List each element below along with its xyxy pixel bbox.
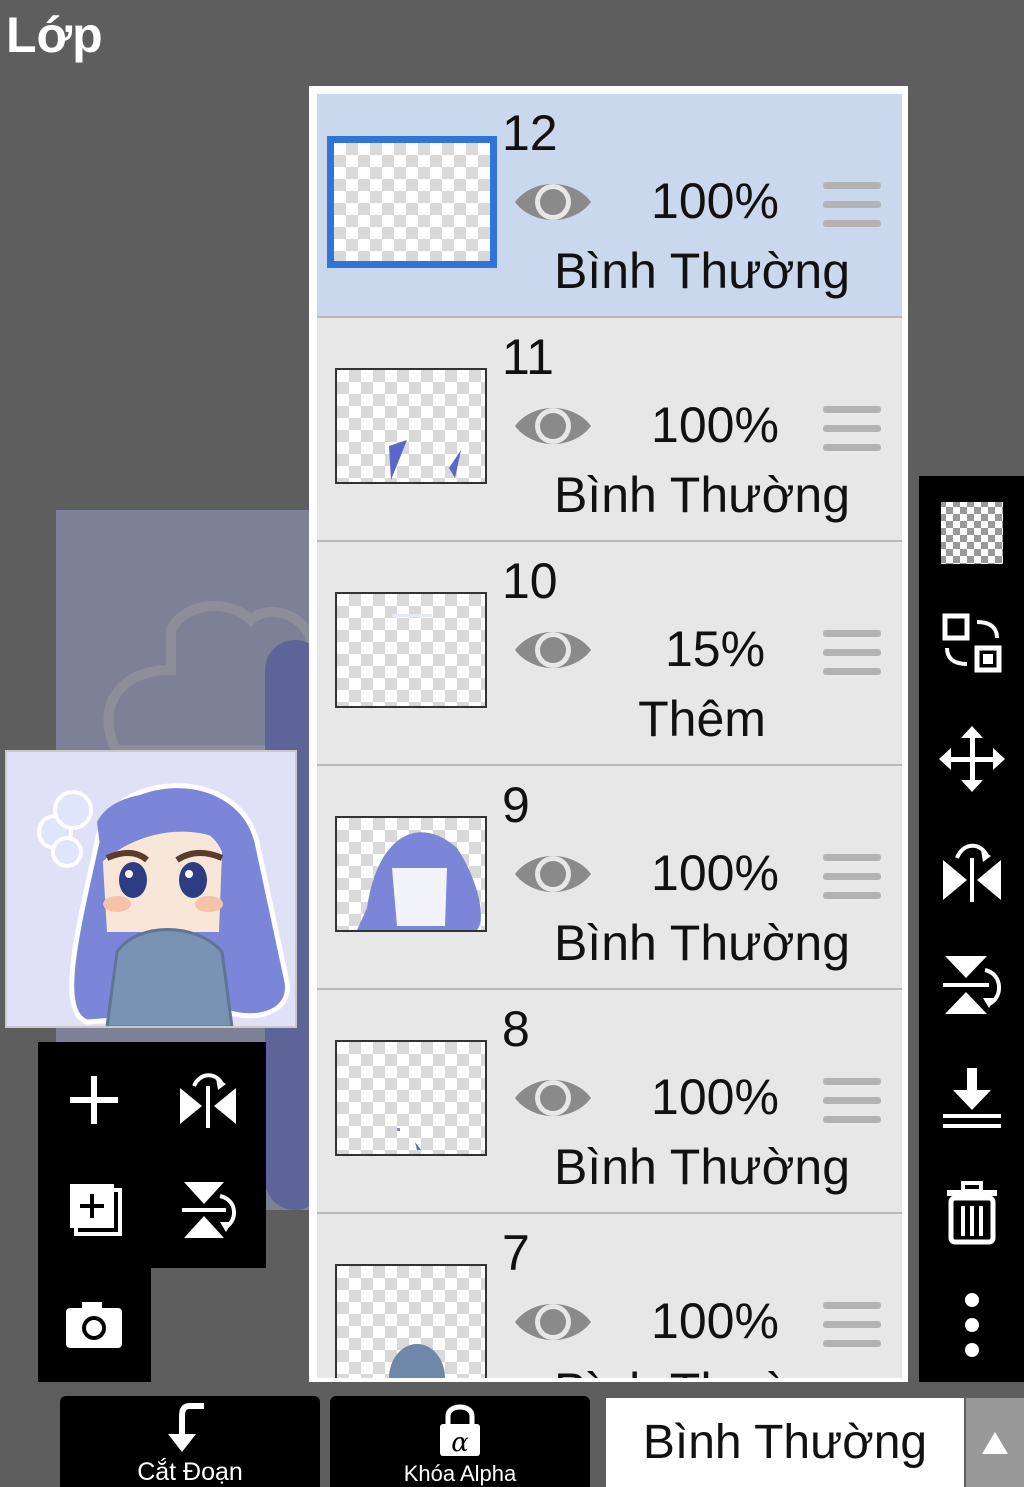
- drag-handle[interactable]: [823, 628, 881, 683]
- merge-down-button[interactable]: [937, 1062, 1007, 1132]
- flip-horizontal-icon: [943, 843, 1001, 902]
- layer-blend-mode[interactable]: Bình Thường: [537, 1138, 867, 1196]
- move-icon: [939, 726, 1005, 792]
- layer-opacity[interactable]: 15%: [635, 620, 795, 678]
- layer-thumbnail[interactable]: [335, 1040, 487, 1156]
- more-vertical-icon: [965, 1293, 979, 1357]
- swap-icon: [942, 613, 1002, 673]
- layer-number: 7: [502, 1225, 530, 1281]
- clipping-button[interactable]: Cắt Đoạn: [60, 1396, 320, 1487]
- clipping-label: Cắt Đoạn: [137, 1458, 243, 1486]
- layer-blend-mode[interactable]: Thêm: [537, 690, 867, 748]
- drag-handle[interactable]: [823, 404, 881, 459]
- duplicate-icon: [70, 1184, 122, 1236]
- visibility-toggle[interactable]: [513, 176, 593, 233]
- drag-handle-icon: [823, 1302, 881, 1347]
- triangle-up-icon: [982, 1431, 1008, 1454]
- layer-tools-panel: [38, 1042, 266, 1268]
- add-layer-button[interactable]: [54, 1060, 134, 1140]
- layer-row-10[interactable]: 10 15% Thêm: [317, 542, 902, 767]
- screen-title: Lớp: [6, 7, 103, 63]
- layers-panel: 12 100% Bình Thường 11 100% Bình Thường 10 15% T…: [309, 86, 908, 1382]
- eye-icon: [515, 184, 591, 220]
- layer-row-11[interactable]: 11 100% Bình Thường: [317, 318, 902, 543]
- plus-icon: [70, 1076, 118, 1124]
- camera-icon: [66, 1302, 122, 1348]
- lock-alpha-icon: α: [440, 1404, 480, 1458]
- layer-blend-mode[interactable]: Bình Thường: [537, 242, 867, 300]
- layer-opacity[interactable]: 100%: [635, 1292, 795, 1350]
- visibility-toggle[interactable]: [513, 400, 593, 457]
- layer-row-9[interactable]: 9 100% Bình Thường: [317, 766, 902, 991]
- drag-handle-icon: [823, 630, 881, 675]
- flip-vertical-icon: [943, 956, 1001, 1014]
- swap-layer-button[interactable]: [937, 608, 1007, 678]
- alpha-lock-button[interactable]: α Khóa Alpha: [330, 1396, 590, 1487]
- layer-row-12[interactable]: 12 100% Bình Thường: [317, 94, 902, 319]
- drag-handle-icon: [823, 1078, 881, 1123]
- visibility-toggle[interactable]: [513, 1072, 593, 1129]
- eye-icon: [515, 632, 591, 668]
- eye-icon: [515, 856, 591, 892]
- clip-arrow-icon: [168, 1403, 204, 1452]
- eye-icon: [515, 408, 591, 444]
- layer-blend-mode[interactable]: Bình Thường: [537, 914, 867, 972]
- drag-handle-icon: [823, 182, 881, 227]
- layer-thumbnail[interactable]: [335, 1264, 487, 1378]
- layer-opacity[interactable]: 100%: [635, 172, 795, 230]
- move-layer-button[interactable]: [937, 724, 1007, 794]
- blend-mode-dropdown-button[interactable]: [966, 1398, 1024, 1487]
- visibility-toggle[interactable]: [513, 1296, 593, 1353]
- layer-opacity[interactable]: 100%: [635, 396, 795, 454]
- drag-handle[interactable]: [823, 180, 881, 235]
- flip-vertical-right-button[interactable]: [937, 950, 1007, 1020]
- layer-thumbnail[interactable]: [327, 136, 497, 268]
- camera-button[interactable]: [54, 1284, 134, 1364]
- transparent-fill-button[interactable]: [937, 498, 1007, 568]
- svg-text:α: α: [451, 1428, 469, 1458]
- layer-row-7[interactable]: 7 100% Bình Thường: [317, 1214, 902, 1378]
- eye-icon: [515, 1304, 591, 1340]
- drag-handle[interactable]: [823, 1300, 881, 1355]
- checkerboard-icon: [941, 502, 1003, 564]
- layer-thumbnail[interactable]: [335, 592, 487, 708]
- drag-handle-icon: [823, 854, 881, 899]
- character-preview-image: [7, 752, 295, 1026]
- layer-row-8[interactable]: 8 100% Bình Thường: [317, 990, 902, 1215]
- flip-vertical-icon: [182, 1182, 236, 1238]
- drag-handle[interactable]: [823, 852, 881, 907]
- merge-down-icon: [943, 1068, 1001, 1128]
- alpha-lock-label: Khóa Alpha: [403, 1461, 517, 1486]
- layer-blend-mode[interactable]: Bình Thường: [537, 1362, 867, 1378]
- more-options-button[interactable]: [937, 1290, 1007, 1360]
- duplicate-layer-button[interactable]: [54, 1170, 134, 1250]
- right-toolbar: [919, 476, 1024, 1382]
- eye-icon: [515, 1080, 591, 1116]
- delete-layer-button[interactable]: [937, 1178, 1007, 1248]
- flip-horizontal-right-button[interactable]: [937, 836, 1007, 906]
- layer-number: 9: [502, 777, 530, 833]
- flip-horizontal-button[interactable]: [168, 1060, 248, 1140]
- flip-horizontal-icon: [180, 1073, 236, 1128]
- trash-icon: [947, 1181, 997, 1245]
- layer-number: 12: [502, 105, 558, 161]
- layer-tools-panel-ext: [38, 1268, 151, 1382]
- visibility-toggle[interactable]: [513, 848, 593, 905]
- layer-opacity[interactable]: 100%: [635, 1068, 795, 1126]
- layer-number: 8: [502, 1001, 530, 1057]
- layer-opacity[interactable]: 100%: [635, 844, 795, 902]
- layer-thumbnail[interactable]: [335, 368, 487, 484]
- layer-blend-mode[interactable]: Bình Thường: [537, 466, 867, 524]
- layer-number: 11: [502, 329, 554, 385]
- drag-handle[interactable]: [823, 1076, 881, 1131]
- blend-mode-select[interactable]: Bình Thường: [606, 1398, 964, 1487]
- visibility-toggle[interactable]: [513, 624, 593, 681]
- drag-handle-icon: [823, 406, 881, 451]
- flip-vertical-button[interactable]: [168, 1170, 248, 1250]
- canvas-preview[interactable]: [5, 750, 297, 1028]
- layer-number: 10: [502, 553, 558, 609]
- layer-thumbnail[interactable]: [335, 816, 487, 932]
